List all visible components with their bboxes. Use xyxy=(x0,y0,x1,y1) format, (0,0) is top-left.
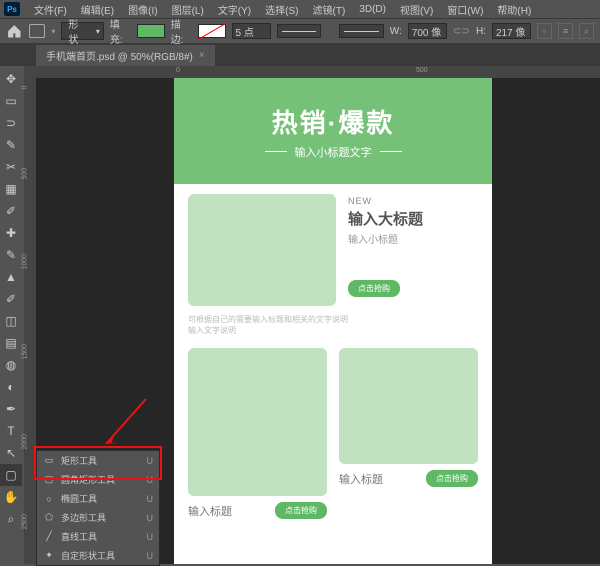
close-icon[interactable]: × xyxy=(199,50,205,61)
shape-tool[interactable]: ▢ xyxy=(0,464,22,486)
polygon-icon: ⬠ xyxy=(43,512,55,524)
ellipse-tool-item[interactable]: ○ 椭圆工具 U xyxy=(37,489,159,508)
horizontal-ruler: 0 500 xyxy=(36,66,600,78)
width-input[interactable]: 700 像 xyxy=(408,23,447,39)
stroke-options[interactable] xyxy=(339,24,383,38)
image-placeholder xyxy=(339,348,478,464)
menu-view[interactable]: 视图(V) xyxy=(394,2,439,17)
shape-preview-icon[interactable] xyxy=(29,24,46,38)
pen-tool[interactable]: ✒ xyxy=(0,398,22,420)
blur-tool[interactable]: ◍ xyxy=(0,354,22,376)
small-title: 输入小标题 xyxy=(348,231,478,246)
eyedropper-tool[interactable]: ✐ xyxy=(0,200,22,222)
fill-swatch[interactable] xyxy=(137,24,165,38)
hand-tool[interactable]: ✋ xyxy=(0,486,22,508)
healing-tool[interactable]: ✚ xyxy=(0,222,22,244)
image-placeholder xyxy=(188,194,336,306)
frame-tool[interactable]: ▦ xyxy=(0,178,22,200)
menu-image[interactable]: 图像(I) xyxy=(122,2,163,17)
stroke-style-dropdown[interactable] xyxy=(277,24,321,38)
stroke-swatch[interactable] xyxy=(198,24,226,38)
ellipse-icon: ○ xyxy=(43,493,55,505)
menu-filter[interactable]: 滤镜(T) xyxy=(307,2,352,17)
toolbar: ✥ ▭ ⊃ ✎ ✂ ▦ ✐ ✚ ✎ ▲ ✐ ◫ ▤ ◍ ◐ ✒ T ↖ ▢ ✋ … xyxy=(0,66,24,564)
buy-button: 点击抢购 xyxy=(275,502,327,519)
menu-layer[interactable]: 图层(L) xyxy=(166,2,210,17)
tab-bar: 手机端首页.psd @ 50%(RGB/8#) × xyxy=(0,44,600,66)
shape-tool-flyout: ▭ 矩形工具 U ▢ 圆角矩形工具 U ○ 椭圆工具 U ⬠ 多边形工具 U ╱… xyxy=(36,450,160,566)
brush-tool[interactable]: ✎ xyxy=(0,244,22,266)
quick-select-tool[interactable]: ✎ xyxy=(0,134,22,156)
crop-tool[interactable]: ✂ xyxy=(0,156,22,178)
custom-shape-icon: ✦ xyxy=(43,550,55,562)
description: 可根据自己的需要输入标题和相关的文字说明 输入文字说明 xyxy=(188,314,478,336)
menu-file[interactable]: 文件(F) xyxy=(28,2,73,17)
line-icon: ╱ xyxy=(43,531,55,543)
rounded-rectangle-icon: ▢ xyxy=(43,474,55,486)
polygon-tool-item[interactable]: ⬠ 多边形工具 U xyxy=(37,508,159,527)
document-canvas: 热销·爆款 输入小标题文字 NEW 输入大标题 输入小标题 点击抢购 可根据自己… xyxy=(174,78,492,564)
type-tool[interactable]: T xyxy=(0,420,22,442)
document-tab[interactable]: 手机端首页.psd @ 50%(RGB/8#) × xyxy=(36,45,215,66)
marquee-tool[interactable]: ▭ xyxy=(0,90,22,112)
rectangle-icon: ▭ xyxy=(43,455,55,467)
tab-title: 手机端首页.psd @ 50%(RGB/8#) xyxy=(46,48,193,63)
lasso-tool[interactable]: ⊃ xyxy=(0,112,22,134)
card-title: 输入标题 xyxy=(339,471,383,487)
banner-title: 热销·爆款 xyxy=(272,103,395,140)
home-icon[interactable] xyxy=(6,22,23,40)
menu-help[interactable]: 帮助(H) xyxy=(491,2,537,17)
tool-mode-dropdown[interactable]: 形状 xyxy=(61,22,103,40)
align-icon[interactable]: ≡ xyxy=(558,23,573,39)
path-select-tool[interactable]: ↖ xyxy=(0,442,22,464)
h-label: H: xyxy=(476,26,486,37)
buy-button: 点击抢购 xyxy=(348,280,400,297)
fill-label: 填充: xyxy=(110,16,131,46)
ps-logo: Ps xyxy=(4,2,20,16)
rectangle-tool-item[interactable]: ▭ 矩形工具 U xyxy=(37,451,159,470)
buy-button: 点击抢购 xyxy=(426,470,478,487)
stroke-label: 描边: xyxy=(171,16,192,46)
banner-subtitle: 输入小标题文字 xyxy=(265,144,402,160)
image-placeholder xyxy=(188,348,327,496)
height-input[interactable]: 217 像 xyxy=(492,23,531,39)
banner: 热销·爆款 输入小标题文字 xyxy=(174,78,492,184)
history-brush-tool[interactable]: ✐ xyxy=(0,288,22,310)
menu-type[interactable]: 文字(Y) xyxy=(212,2,257,17)
stroke-width-input[interactable]: 5 点 xyxy=(232,23,271,39)
zoom-tool[interactable]: ⌕ xyxy=(0,508,22,530)
big-title: 输入大标题 xyxy=(348,208,478,229)
eraser-tool[interactable]: ◫ xyxy=(0,310,22,332)
path-ops-icon[interactable]: ▫ xyxy=(537,23,552,39)
new-label: NEW xyxy=(348,196,478,206)
menubar: Ps 文件(F) 编辑(E) 图像(I) 图层(L) 文字(Y) 选择(S) 滤… xyxy=(0,0,600,18)
dodge-tool[interactable]: ◐ xyxy=(0,376,22,398)
menu-3d[interactable]: 3D(D) xyxy=(353,4,392,15)
card-title: 输入标题 xyxy=(188,503,232,519)
link-icon[interactable]: ⊂⊃ xyxy=(453,26,470,37)
menu-select[interactable]: 选择(S) xyxy=(259,2,304,17)
gradient-tool[interactable]: ▤ xyxy=(0,332,22,354)
custom-shape-tool-item[interactable]: ✦ 自定形状工具 U xyxy=(37,546,159,565)
options-bar: ▾ 形状 填充: 描边: 5 点 W: 700 像 ⊂⊃ H: 217 像 ▫ … xyxy=(0,18,600,44)
line-tool-item[interactable]: ╱ 直线工具 U xyxy=(37,527,159,546)
rounded-rectangle-tool-item[interactable]: ▢ 圆角矩形工具 U xyxy=(37,470,159,489)
stamp-tool[interactable]: ▲ xyxy=(0,266,22,288)
w-label: W: xyxy=(390,26,402,37)
menu-window[interactable]: 窗口(W) xyxy=(441,2,489,17)
search-icon[interactable]: ⌕ xyxy=(579,23,594,39)
move-tool[interactable]: ✥ xyxy=(0,68,22,90)
menu-edit[interactable]: 编辑(E) xyxy=(75,2,120,17)
vertical-ruler: 0 500 1000 1500 2000 2500 xyxy=(24,66,36,564)
